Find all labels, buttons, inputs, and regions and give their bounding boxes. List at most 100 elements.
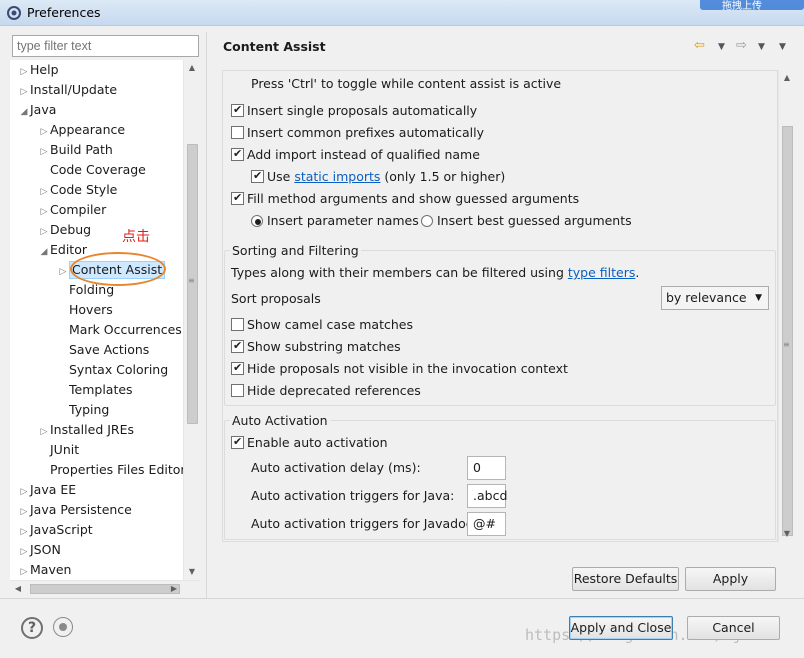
expand-arrow-icon[interactable]: ▷ [38,202,50,222]
tree-item[interactable]: Mark Occurrences [57,320,182,340]
tree-vertical-scrollbar[interactable]: ▲ ≡ ▼ [183,60,200,580]
help-icon[interactable]: ? [21,617,43,639]
option-label: Use [267,169,295,184]
tree-item[interactable]: Typing [57,400,109,420]
substring-checkbox[interactable] [231,338,244,354]
tree-item[interactable]: Save Actions [57,340,149,360]
option-enable-auto[interactable]: Enable auto activation [231,434,388,451]
expand-arrow-icon[interactable]: ▷ [38,122,50,142]
option-hide-deprecated[interactable]: Hide deprecated references [231,383,421,399]
static-imports-checkbox[interactable] [251,168,264,184]
expand-arrow-icon[interactable]: ▷ [18,82,30,102]
content-vertical-scrollbar[interactable]: ▲ ≡ ▼ [778,70,795,542]
type-filters-link[interactable]: type filters [568,265,636,280]
expand-arrow-icon[interactable]: ▷ [38,222,50,242]
apply-and-close-button[interactable]: Apply and Close [569,616,673,640]
tree-item-label: JUnit [50,442,80,457]
back-arrow-icon[interactable]: ⇦ [694,38,705,53]
tree-item[interactable]: ◢ Java [18,100,57,122]
tree-item[interactable]: ▷ Build Path [38,140,113,160]
radio-parameter-names[interactable]: Insert parameter names [251,213,419,229]
tree-item[interactable]: ▷ JSON [18,540,61,560]
tree-item[interactable]: Properties Files Editor [38,460,186,480]
expand-arrow-icon[interactable]: ▷ [18,562,30,580]
javadoc-triggers-field[interactable]: @# [467,512,506,536]
scroll-right-icon[interactable]: ▶ [166,581,182,597]
tree-item[interactable]: ▷ JavaScript [18,520,93,540]
tree-item[interactable]: ◢ Editor [38,240,87,260]
tree-item[interactable]: ▷ Installed JREs [38,420,134,440]
expand-arrow-icon[interactable]: ▷ [18,542,30,562]
expand-arrow-icon[interactable]: ▷ [38,142,50,162]
content-assist-hint: Press 'Ctrl' to toggle while content ass… [251,76,562,91]
tree-item[interactable]: JUnit [38,440,79,460]
restore-defaults-button[interactable]: Restore Defaults [572,567,679,591]
expanded-arrow-icon[interactable]: ◢ [18,102,30,122]
expand-arrow-icon[interactable]: ▷ [18,62,30,82]
scroll-up-icon[interactable]: ▲ [184,60,200,76]
content-scroll-down-icon[interactable]: ▼ [779,526,795,542]
sort-proposals-select[interactable]: by relevance ▼ [661,286,769,310]
option-fill-method[interactable]: Fill method arguments and show guessed a… [231,190,579,207]
delay-field[interactable]: 0 [467,456,506,480]
option-insert-common[interactable]: Insert common prefixes automatically [231,125,484,141]
insert-single-checkbox[interactable] [231,102,244,118]
static-imports-link[interactable]: static imports [294,169,380,184]
option-insert-single[interactable]: Insert single proposals automatically [231,102,477,119]
hide-not-visible-checkbox[interactable] [231,360,244,376]
radio-best-guessed[interactable]: Insert best guessed arguments [421,213,632,229]
h-scroll-thumb[interactable] [30,584,180,594]
expand-arrow-icon[interactable]: ▷ [57,262,69,282]
filter-input[interactable] [12,35,199,57]
camel-case-checkbox[interactable] [231,318,244,331]
tree-item[interactable]: ▷ Compiler [38,200,107,222]
tree-item[interactable]: ▷ Help [18,60,59,80]
expand-arrow-icon[interactable]: ▷ [18,482,30,502]
tree-item-label: Typing [69,402,110,417]
content-scroll-up-icon[interactable]: ▲ [779,70,795,86]
tree-item[interactable]: ▷ Appearance [38,120,126,142]
tree-item[interactable]: ▷ Java EE [18,480,77,502]
pane-divider[interactable] [206,32,207,598]
insert-common-checkbox[interactable] [231,126,244,139]
option-substring[interactable]: Show substring matches [231,338,401,355]
back-dropdown-icon[interactable]: ▼ [718,42,725,52]
option-add-import[interactable]: Add import instead of qualified name [231,146,480,163]
option-static-imports[interactable]: Use static imports (only 1.5 or higher) [251,168,505,185]
tree-item[interactable]: ▷ Debug [38,220,92,242]
click-annotation-text: 点击 [122,229,150,245]
add-import-checkbox[interactable] [231,146,244,162]
expand-arrow-icon[interactable]: ▷ [18,522,30,542]
content-scroll-thumb[interactable] [782,126,793,536]
scroll-left-icon[interactable]: ◀ [10,581,26,597]
fill-method-checkbox[interactable] [231,190,244,206]
forward-dropdown-icon[interactable]: ▼ [758,42,765,52]
cancel-button[interactable]: Cancel [687,616,780,640]
java-triggers-field[interactable]: .abcd [467,484,507,508]
tree-item[interactable]: Syntax Coloring [57,360,168,380]
tree-item[interactable]: ▷ Install/Update [18,80,118,102]
tree-horizontal-scrollbar[interactable]: ◀ ▶ [10,580,200,596]
tree-item[interactable]: Hovers [57,300,113,320]
best-guessed-radio[interactable] [421,215,433,227]
apply-button[interactable]: Apply [685,567,776,591]
tree-item[interactable]: ▷ Code Style [38,180,118,202]
enable-auto-checkbox[interactable] [231,434,244,450]
tree-item[interactable]: ▷ Java Persistence [18,500,132,520]
expand-arrow-icon[interactable]: ▷ [18,502,30,522]
expand-arrow-icon[interactable]: ▷ [38,422,50,442]
parameter-names-radio[interactable] [251,215,263,227]
record-macro-icon[interactable] [53,617,73,637]
option-camel-case[interactable]: Show camel case matches [231,317,413,333]
option-hide-not-visible[interactable]: Hide proposals not visible in the invoca… [231,360,568,377]
expand-arrow-icon[interactable]: ▷ [38,182,50,202]
scroll-down-icon[interactable]: ▼ [184,564,200,580]
expanded-arrow-icon[interactable]: ◢ [38,242,50,262]
forward-arrow-icon[interactable]: ⇨ [736,38,747,53]
sorting-filtering-title: Sorting and Filtering [230,243,361,258]
hide-deprecated-checkbox[interactable] [231,384,244,397]
view-menu-icon[interactable]: ▼ [779,42,786,52]
tree-item[interactable]: ▷ Maven [18,560,72,580]
tree-item[interactable]: Templates [57,380,133,400]
tree-item[interactable]: Code Coverage [38,160,146,180]
